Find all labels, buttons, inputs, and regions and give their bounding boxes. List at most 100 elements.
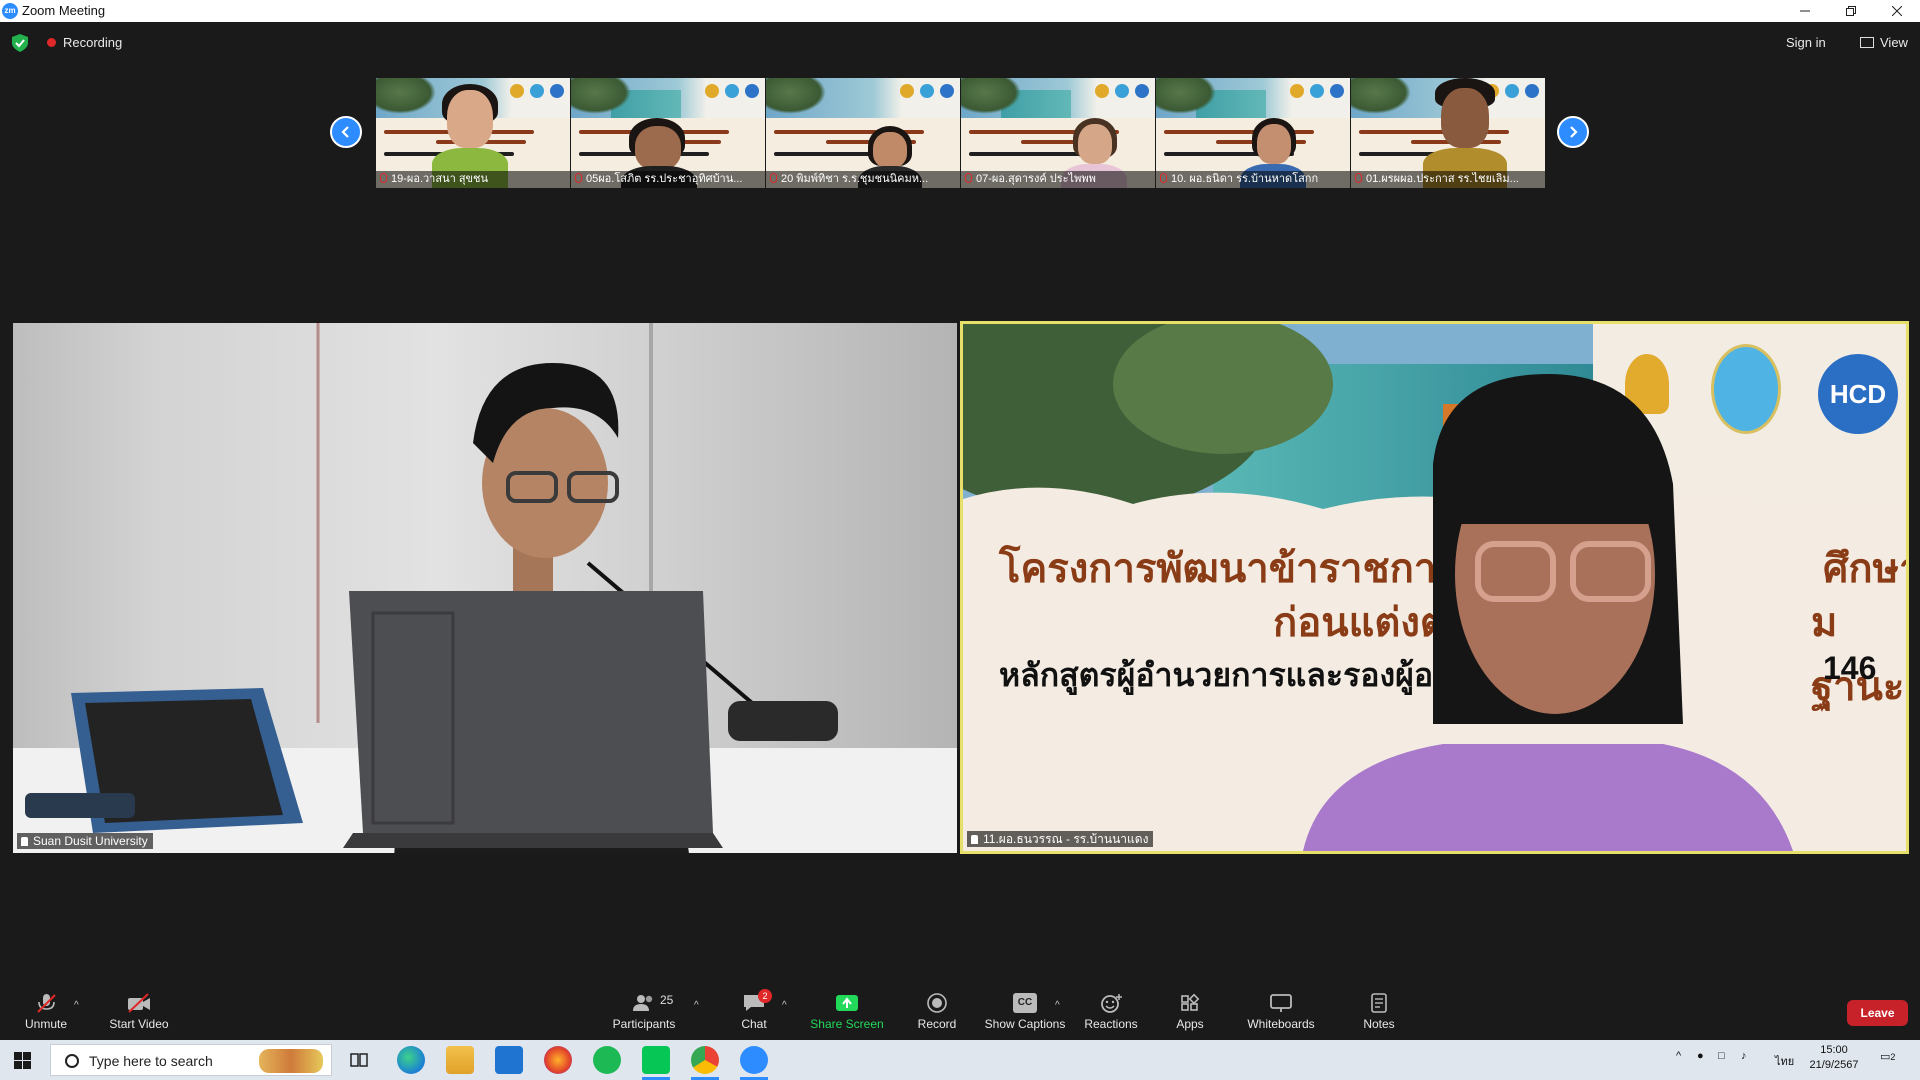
restore-icon	[1846, 6, 1856, 16]
notification-icon: ▭	[1880, 1051, 1891, 1063]
minimize-icon	[1800, 10, 1810, 12]
recording-label[interactable]: Recording	[63, 35, 122, 50]
firefox-icon[interactable]	[544, 1046, 572, 1074]
edge-icon[interactable]	[397, 1046, 425, 1074]
task-view-icon[interactable]	[345, 1046, 373, 1074]
file-explorer-icon[interactable]	[446, 1046, 474, 1074]
thumb-logo-icon	[550, 84, 564, 98]
participant-thumbnail[interactable]: 05ผอ.โสภิต รร.ประชาอุทิศบ้าน...	[571, 78, 765, 188]
sign-in-button[interactable]: Sign in	[1786, 35, 1826, 50]
speaker-video-person	[1303, 374, 1793, 851]
view-grid-icon	[1860, 37, 1874, 48]
participant-thumbnail[interactable]: 01.ผรผผอ.ประกาส รร.ไชยเลิม...	[1351, 78, 1545, 188]
whiteboards-button[interactable]: Whiteboards	[1246, 993, 1316, 1031]
tray-volume-icon[interactable]: ♪	[1741, 1050, 1747, 1062]
thumb-logo-icon	[745, 84, 759, 98]
chat-badge: 2	[758, 989, 772, 1003]
shield-check-icon[interactable]	[12, 34, 28, 52]
participant-thumbnail[interactable]: 07-ผอ.สุดารงค์ ประไพพพ	[961, 78, 1155, 188]
participant-name-label: Suan Dusit University	[17, 833, 153, 849]
windows-start-icon[interactable]	[14, 1052, 31, 1069]
participants-count: 25	[660, 993, 674, 1007]
search-highlight-doodle-icon	[259, 1049, 323, 1073]
tray-mic-icon[interactable]: ●	[1697, 1050, 1704, 1062]
mic-muted-icon	[965, 173, 972, 183]
participant-face	[447, 90, 493, 148]
clock[interactable]: 15:00 21/9/2567	[1806, 1044, 1862, 1071]
thumb-logo-icon	[510, 84, 524, 98]
video-tile-active-speaker[interactable]: โครงการพัฒนาข้าราชการค ศึกษา ก่อนแต่งต ม…	[960, 321, 1909, 854]
reactions-button[interactable]: Reactions	[1084, 993, 1138, 1031]
mic-muted-icon	[575, 173, 582, 183]
thumb-tree	[766, 78, 826, 114]
captions-options-caret[interactable]: ^	[1055, 1000, 1060, 1011]
search-placeholder: Type here to search	[89, 1053, 213, 1069]
participant-thumbnail[interactable]: 19-ผอ.วาสนา สุขชน	[376, 78, 570, 188]
participant-thumbnail[interactable]: 20 พิมพ์ทิชา ร.ร.ชุมชนนิคมห...	[766, 78, 960, 188]
thumb-logo-icon	[900, 84, 914, 98]
participant-thumbnail[interactable]: 10. ผอ.ธนิดา รร.บ้านหาดโสกก	[1156, 78, 1350, 188]
window-titlebar: zm Zoom Meeting	[0, 0, 1920, 22]
participants-icon	[633, 995, 653, 1011]
chat-options-caret[interactable]: ^	[782, 1000, 787, 1011]
ime-language-indicator[interactable]: ไทย	[1775, 1052, 1794, 1070]
captions-icon: CC	[1013, 993, 1037, 1013]
apps-button[interactable]: Apps	[1175, 993, 1205, 1031]
start-video-button[interactable]: Start Video	[104, 993, 174, 1031]
share-screen-icon	[836, 995, 858, 1011]
thumb-logo-icon	[1525, 84, 1539, 98]
notes-button[interactable]: Notes	[1361, 993, 1397, 1031]
mic-muted-icon	[380, 173, 387, 183]
thumb-logo-icon	[1290, 84, 1304, 98]
tray-network-icon[interactable]: □	[1718, 1050, 1725, 1062]
record-button[interactable]: Record	[914, 993, 960, 1031]
participant-face	[873, 132, 907, 168]
leave-button[interactable]: Leave	[1847, 1000, 1908, 1026]
zoom-logo-icon: zm	[2, 3, 18, 19]
mail-icon[interactable]	[495, 1046, 523, 1074]
chat-button[interactable]: 2 Chat	[736, 989, 772, 1031]
view-button[interactable]: View	[1860, 35, 1908, 50]
chrome-icon[interactable]	[691, 1046, 719, 1074]
participants-options-caret[interactable]: ^	[694, 1000, 699, 1011]
taskbar-search-box[interactable]: Type here to search	[50, 1044, 332, 1076]
notes-icon	[1371, 993, 1387, 1013]
prev-page-button[interactable]	[330, 116, 362, 148]
next-page-button[interactable]	[1557, 116, 1589, 148]
thumb-logo-icon	[940, 84, 954, 98]
close-button[interactable]	[1874, 0, 1920, 22]
clock-date: 21/9/2567	[1809, 1059, 1859, 1071]
thumb-logo-icon	[1135, 84, 1149, 98]
unmute-button[interactable]: Unmute	[22, 993, 70, 1031]
participants-button[interactable]: 25 Participants	[604, 993, 684, 1031]
chevron-left-icon	[341, 126, 349, 138]
minimize-button[interactable]	[1782, 0, 1828, 22]
notifications-button[interactable]: ▭2	[1880, 1050, 1895, 1063]
spotify-icon[interactable]	[593, 1046, 621, 1074]
mic-icon	[21, 837, 28, 846]
search-icon	[65, 1054, 79, 1068]
line-icon[interactable]	[642, 1046, 670, 1074]
thumb-tree	[376, 78, 436, 114]
mic-icon	[971, 835, 978, 844]
thumb-tree	[961, 78, 1021, 114]
video-off-icon	[128, 993, 150, 1013]
participant-face	[635, 126, 681, 170]
thumb-tree	[1156, 78, 1216, 114]
participant-face	[1257, 124, 1291, 164]
close-icon	[1891, 5, 1903, 17]
view-label: View	[1880, 35, 1908, 50]
thumb-logo-icon	[920, 84, 934, 98]
audio-options-caret[interactable]: ^	[74, 1000, 79, 1011]
tray-chevron-up-icon[interactable]: ^	[1676, 1050, 1681, 1062]
restore-button[interactable]	[1828, 0, 1874, 22]
share-screen-button[interactable]: Share Screen	[810, 993, 884, 1031]
video-tile-host[interactable]: Suan Dusit University	[13, 323, 957, 853]
mic-muted-icon	[1160, 173, 1167, 183]
show-captions-button[interactable]: CC Show Captions	[983, 993, 1067, 1031]
thumb-logo-icon	[1330, 84, 1344, 98]
zoom-icon[interactable]	[740, 1046, 768, 1074]
thumb-logo-icon	[705, 84, 719, 98]
participant-face	[1078, 124, 1112, 164]
reactions-smiley-icon	[1101, 994, 1122, 1013]
